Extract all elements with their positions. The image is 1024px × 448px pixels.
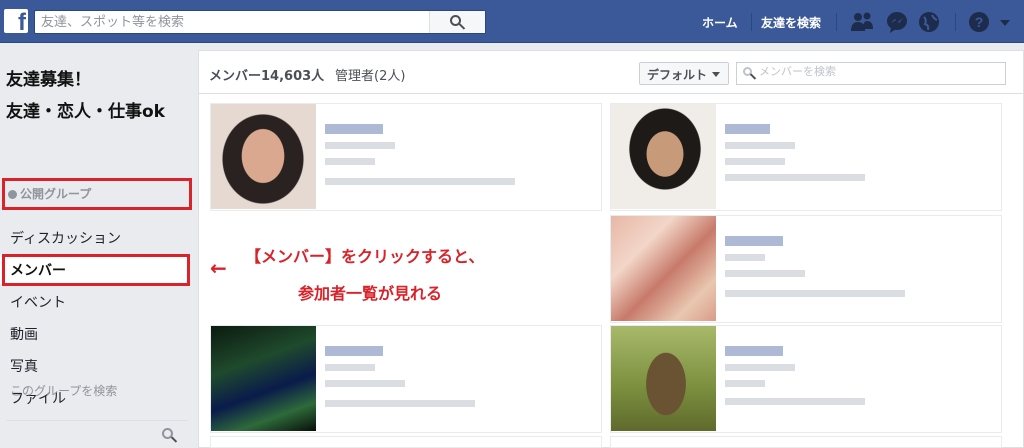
- admins-tab[interactable]: 管理者(2人): [335, 65, 405, 84]
- facebook-logo[interactable]: f: [4, 9, 28, 33]
- messenger-icon[interactable]: [885, 11, 909, 33]
- top-navigation-bar: f ホーム 友達を検索 ?: [0, 0, 1024, 43]
- member-card[interactable]: [610, 215, 1002, 323]
- member-photo[interactable]: [211, 104, 316, 209]
- svg-text:?: ?: [975, 14, 984, 30]
- member-info-line: [725, 254, 765, 261]
- member-name[interactable]: [325, 346, 383, 356]
- nav-divider: [836, 13, 837, 31]
- member-card-partial: [210, 436, 602, 448]
- member-info-line: [725, 142, 795, 149]
- member-photo[interactable]: [611, 326, 716, 431]
- help-icon[interactable]: ?: [967, 11, 991, 33]
- sort-dropdown[interactable]: デフォルト: [639, 62, 729, 85]
- member-info-line: [725, 158, 785, 165]
- global-search: [34, 10, 486, 34]
- member-search-input[interactable]: [759, 65, 999, 78]
- member-card[interactable]: [210, 325, 602, 433]
- member-info-line: [325, 364, 375, 371]
- global-search-input[interactable]: [35, 11, 435, 34]
- member-info-line: [725, 290, 905, 297]
- member-info-line: [725, 270, 805, 277]
- notifications-globe-icon[interactable]: [917, 11, 941, 33]
- member-info-line: [725, 174, 865, 181]
- member-search: [736, 62, 1006, 85]
- member-photo[interactable]: [611, 216, 716, 321]
- sidebar-divider: [6, 420, 188, 421]
- caret-down-icon: [712, 72, 721, 77]
- find-friends-link[interactable]: 友達を検索: [761, 14, 821, 31]
- member-name[interactable]: [325, 124, 383, 134]
- member-photo[interactable]: [211, 326, 316, 431]
- members-count-tab[interactable]: メンバー14,603人: [209, 65, 324, 84]
- sort-dropdown-label: デフォルト: [647, 68, 708, 82]
- member-name[interactable]: [725, 124, 770, 134]
- member-info-line: [325, 178, 515, 185]
- sidebar-item-photos[interactable]: 写真: [10, 356, 38, 376]
- member-info-line: [725, 364, 795, 371]
- annotation-arrow: ←: [210, 256, 227, 280]
- nav-divider: [751, 13, 752, 31]
- group-search-icon[interactable]: [162, 428, 173, 439]
- search-icon: [450, 15, 461, 26]
- member-card[interactable]: [210, 103, 602, 211]
- group-search-input[interactable]: [10, 381, 190, 401]
- group-title-line2[interactable]: 友達・恋人・仕事ok: [6, 97, 165, 122]
- friend-requests-icon[interactable]: [850, 11, 874, 33]
- header-divider: [199, 93, 1023, 94]
- member-info-line: [325, 158, 375, 165]
- sidebar-item-discussion[interactable]: ディスカッション: [10, 228, 121, 248]
- annotation-line2: 参加者一覧が見れる: [298, 284, 443, 303]
- sidebar-item-videos[interactable]: 動画: [10, 324, 38, 344]
- member-name[interactable]: [725, 236, 783, 246]
- home-link[interactable]: ホーム: [702, 14, 738, 31]
- member-info-line: [725, 398, 865, 405]
- search-icon: [743, 67, 752, 76]
- account-menu-caret-icon[interactable]: [998, 11, 1012, 33]
- highlight-box-members: [2, 254, 190, 286]
- member-photo[interactable]: [611, 104, 716, 209]
- member-info-line: [325, 400, 475, 407]
- member-card[interactable]: [610, 325, 1002, 433]
- member-name[interactable]: [725, 346, 783, 356]
- member-info-line: [725, 380, 765, 387]
- highlight-box-group-type: [2, 178, 192, 210]
- group-title-line1[interactable]: 友達募集！: [6, 65, 91, 90]
- member-info-line: [325, 380, 405, 387]
- member-card-partial: [610, 436, 1002, 448]
- sidebar-item-events[interactable]: イベント: [10, 292, 66, 312]
- member-card[interactable]: [610, 103, 1002, 211]
- nav-divider: [955, 13, 956, 31]
- search-button[interactable]: [429, 11, 485, 33]
- annotation-line1: 【メンバー】をクリックすると、: [245, 247, 485, 266]
- member-info-line: [325, 142, 395, 149]
